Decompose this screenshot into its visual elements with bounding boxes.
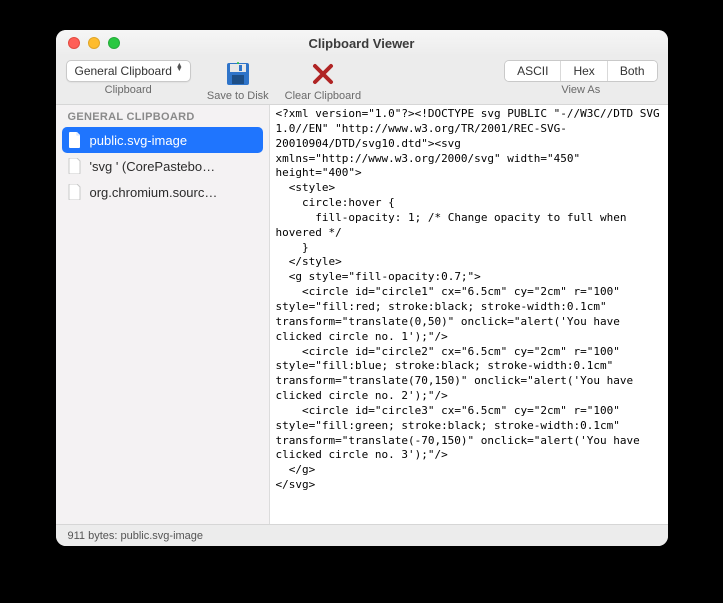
window-title: Clipboard Viewer bbox=[56, 36, 668, 51]
clear-button[interactable] bbox=[306, 60, 340, 88]
clipboard-select-label: Clipboard bbox=[105, 84, 152, 96]
statusbar: 911 bytes: public.svg-image bbox=[56, 524, 668, 546]
sidebar-section-header: GENERAL CLIPBOARD bbox=[56, 105, 269, 127]
content-text: <?xml version="1.0"?><!DOCTYPE svg PUBLI… bbox=[270, 105, 668, 499]
toolbar: General Clipboard ▲▼ Clipboard Save to D… bbox=[56, 56, 668, 104]
save-button[interactable] bbox=[221, 60, 255, 88]
content-area: GENERAL CLIPBOARD public.svg-image 'svg … bbox=[56, 104, 668, 524]
sidebar: GENERAL CLIPBOARD public.svg-image 'svg … bbox=[56, 105, 270, 524]
chevron-updown-icon: ▲▼ bbox=[176, 64, 186, 72]
viewas-group: ASCII Hex Both View As bbox=[504, 60, 657, 96]
sidebar-item-public-svg-image[interactable]: public.svg-image bbox=[62, 127, 263, 153]
viewas-ascii-button[interactable]: ASCII bbox=[505, 61, 560, 81]
app-window: Clipboard Viewer General Clipboard ▲▼ Cl… bbox=[56, 30, 668, 546]
save-label: Save to Disk bbox=[207, 90, 269, 102]
titlebar: Clipboard Viewer bbox=[56, 30, 668, 56]
sidebar-item-svg-corepaste[interactable]: 'svg ' (CorePastebo… bbox=[56, 153, 269, 179]
document-icon bbox=[68, 132, 82, 148]
close-icon[interactable] bbox=[68, 37, 80, 49]
maximize-icon[interactable] bbox=[108, 37, 120, 49]
window-controls bbox=[56, 37, 120, 49]
clipboard-select[interactable]: General Clipboard ▲▼ bbox=[66, 60, 191, 82]
clipboard-select-group: General Clipboard ▲▼ Clipboard bbox=[66, 60, 191, 96]
sidebar-item-label: public.svg-image bbox=[90, 133, 188, 148]
x-delete-icon bbox=[311, 62, 335, 86]
content-viewer[interactable]: <?xml version="1.0"?><!DOCTYPE svg PUBLI… bbox=[270, 105, 668, 524]
save-to-disk-group: Save to Disk bbox=[207, 60, 269, 102]
clear-clipboard-group: Clear Clipboard bbox=[285, 60, 361, 102]
sidebar-item-label: 'svg ' (CorePastebo… bbox=[90, 159, 216, 174]
viewas-segmented: ASCII Hex Both bbox=[504, 60, 657, 82]
document-icon bbox=[68, 158, 82, 174]
statusbar-text: 911 bytes: public.svg-image bbox=[68, 530, 204, 542]
clear-label: Clear Clipboard bbox=[285, 90, 361, 102]
viewas-hex-button[interactable]: Hex bbox=[560, 61, 606, 81]
viewas-label: View As bbox=[561, 84, 600, 96]
floppy-disk-icon bbox=[225, 61, 251, 87]
sidebar-item-chromium-source[interactable]: org.chromium.sourc… bbox=[56, 179, 269, 205]
sidebar-item-label: org.chromium.sourc… bbox=[90, 185, 218, 200]
minimize-icon[interactable] bbox=[88, 37, 100, 49]
clipboard-select-value: General Clipboard bbox=[75, 64, 172, 78]
document-icon bbox=[68, 184, 82, 200]
viewas-both-button[interactable]: Both bbox=[607, 61, 657, 81]
